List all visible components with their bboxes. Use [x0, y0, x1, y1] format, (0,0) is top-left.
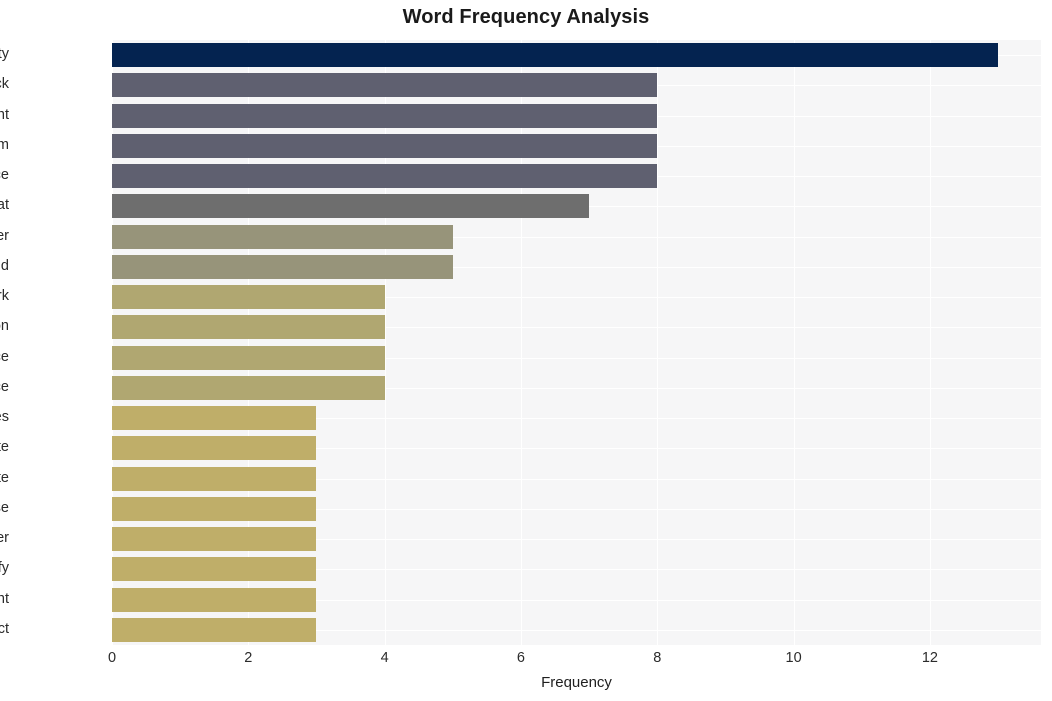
bar[interactable]	[112, 73, 657, 97]
y-axis-tick-label: response	[0, 499, 9, 516]
bar[interactable]	[112, 104, 657, 128]
y-axis-tick-label: enhance	[0, 378, 9, 395]
y-axis-tick-label: automate	[0, 469, 9, 486]
bar[interactable]	[112, 557, 316, 581]
bar[interactable]	[112, 346, 385, 370]
bar[interactable]	[112, 134, 657, 158]
y-axis-tick-label: power	[0, 227, 9, 244]
gridline-vertical	[384, 40, 386, 645]
y-axis-tick-label: cloud	[0, 257, 9, 274]
bar[interactable]	[112, 588, 316, 612]
word-frequency-chart: Word Frequency Analysis security check poi…	[0, 0, 1052, 701]
bar[interactable]	[112, 406, 316, 430]
y-axis-tick-label: check	[0, 76, 9, 93]
bar[interactable]	[112, 194, 589, 218]
bar[interactable]	[112, 436, 316, 460]
y-axis-tick-label: unify	[0, 560, 9, 577]
x-axis-title: Frequency	[541, 674, 612, 691]
gridline-vertical	[112, 40, 113, 645]
bar[interactable]	[112, 467, 316, 491]
gridline-vertical	[657, 40, 659, 645]
x-axis-tick-label: 4	[380, 650, 389, 666]
x-axis-tick-label: 12	[921, 650, 938, 666]
x-axis-tick-label: 10	[785, 650, 802, 666]
y-axis-tick-label: quantum	[0, 136, 9, 153]
y-axis-tick-label: management	[0, 590, 9, 607]
bar[interactable]	[112, 315, 385, 339]
chart-title: Word Frequency Analysis	[402, 6, 650, 28]
plot-area	[112, 40, 1041, 645]
bar[interactable]	[112, 497, 316, 521]
bar[interactable]	[112, 376, 385, 400]
x-axis-tick-label: 6	[516, 650, 525, 666]
gridline-vertical	[793, 40, 795, 645]
bar[interactable]	[112, 164, 657, 188]
bar[interactable]	[112, 255, 453, 279]
y-axis-tick-label: sophisticate	[0, 439, 9, 456]
x-axis-tick-label: 8	[653, 650, 662, 666]
bar[interactable]	[112, 618, 316, 642]
bar[interactable]	[112, 43, 998, 67]
y-axis-tick-label: prevention	[0, 318, 9, 335]
x-axis-tick-label: 0	[107, 650, 117, 666]
bar[interactable]	[112, 285, 385, 309]
gridline-vertical	[929, 40, 931, 645]
y-axis-tick-label: deliver	[0, 530, 9, 547]
x-axis-tick-label: 2	[244, 650, 253, 666]
y-axis-tick-label: force	[0, 167, 9, 184]
y-axis-tick-label: network	[0, 288, 9, 305]
y-axis-tick-label: protect	[0, 620, 9, 637]
y-axis-tick-label: series	[0, 409, 9, 426]
bar[interactable]	[112, 225, 453, 249]
y-axis-tick-label: point	[0, 106, 9, 123]
y-axis-tick-label: security	[0, 46, 9, 63]
y-axis-tick-label: threat	[0, 197, 9, 214]
gridline-vertical	[248, 40, 250, 645]
gridline-vertical	[520, 40, 522, 645]
y-axis-tick-label: performance	[0, 348, 9, 365]
bar[interactable]	[112, 527, 316, 551]
